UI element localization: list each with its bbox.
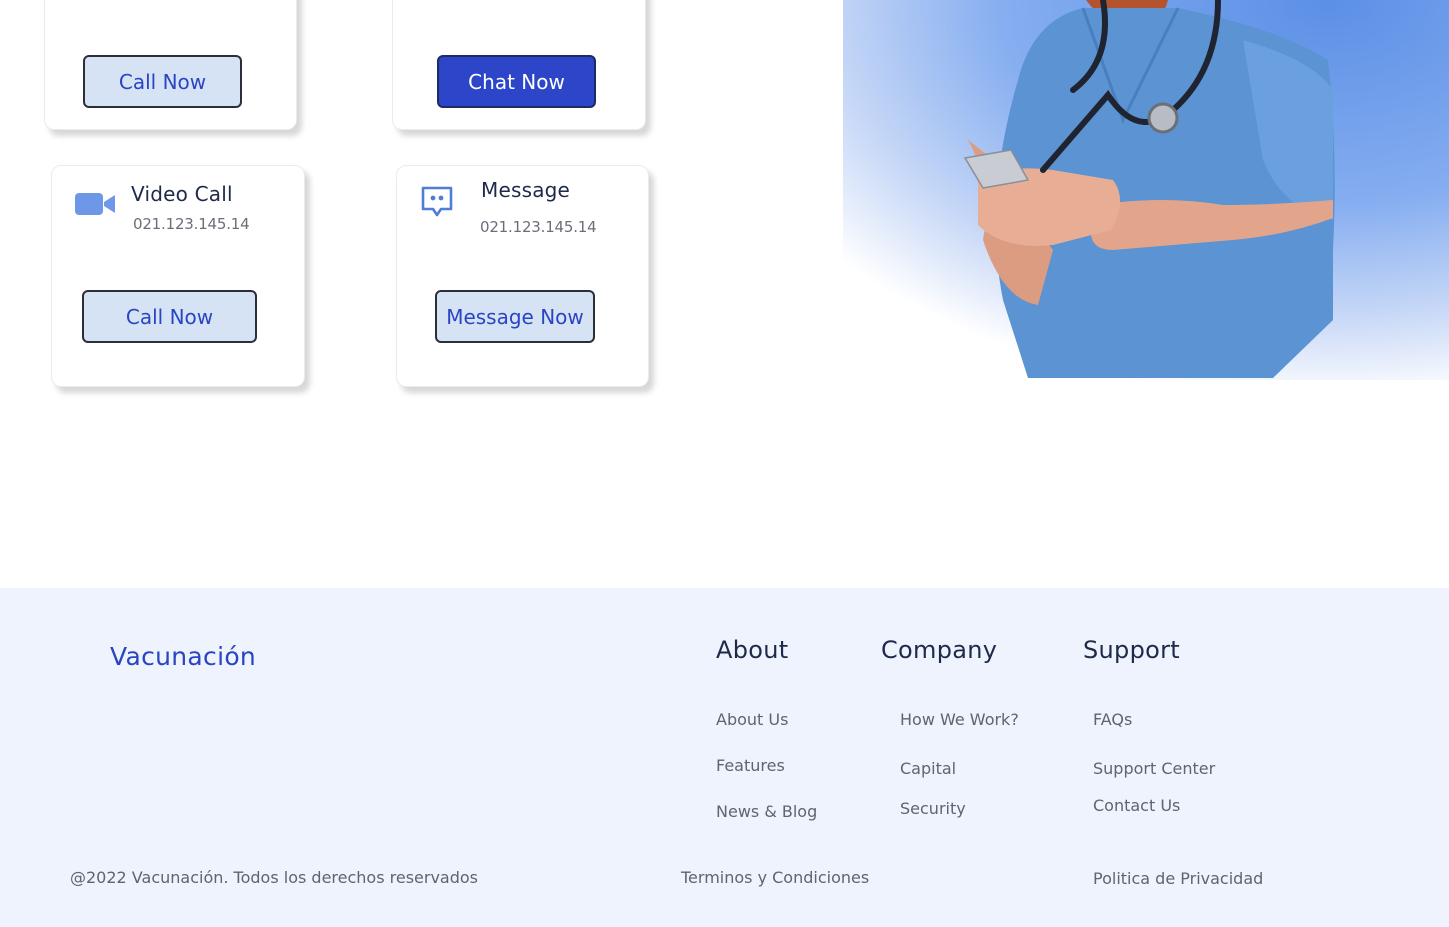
footer-link-security[interactable]: Security — [900, 799, 966, 818]
video-call-number: 021.123.145.14 — [133, 215, 250, 233]
footer-link-about-us[interactable]: About Us — [716, 710, 788, 729]
call-now-button[interactable]: Call Now — [83, 55, 242, 108]
video-call-title: Video Call — [131, 182, 233, 206]
privacy-link[interactable]: Politica de Privacidad — [1093, 869, 1263, 888]
footer-link-how-we-work[interactable]: How We Work? — [900, 710, 1019, 729]
message-number: 021.123.145.14 — [480, 218, 597, 236]
doctor-illustration — [963, 0, 1335, 378]
footer-brand[interactable]: Vacunación — [110, 642, 256, 671]
message-card: Message 021.123.145.14 Message Now — [396, 165, 649, 387]
footer-link-faqs[interactable]: FAQs — [1093, 710, 1132, 729]
call-card: Call Now — [44, 0, 297, 130]
footer-link-features[interactable]: Features — [716, 756, 785, 775]
page: Call Now Chat Now Video Call 021.123.145… — [0, 0, 1449, 927]
doctor-image — [843, 0, 1449, 380]
footer-heading-about: About — [716, 636, 789, 664]
terms-link[interactable]: Terminos y Condiciones — [681, 868, 869, 887]
video-camera-icon — [75, 191, 117, 217]
footer-link-contact-us[interactable]: Contact Us — [1093, 796, 1180, 815]
footer-heading-company: Company — [881, 636, 998, 664]
message-now-button[interactable]: Message Now — [435, 290, 595, 343]
video-call-now-button[interactable]: Call Now — [82, 290, 257, 343]
footer-link-support-center[interactable]: Support Center — [1093, 759, 1215, 778]
message-title: Message — [481, 178, 571, 202]
video-call-card: Video Call 021.123.145.14 Call Now — [51, 165, 305, 387]
chat-now-button[interactable]: Chat Now — [437, 55, 596, 108]
chat-card: Chat Now — [392, 0, 646, 130]
footer-link-capital[interactable]: Capital — [900, 759, 956, 778]
footer-link-news-blog[interactable]: News & Blog — [716, 802, 817, 821]
chat-bubble-icon — [420, 185, 454, 219]
copyright-text: @2022 Vacunación. Todos los derechos res… — [70, 868, 479, 887]
footer: Vacunación About About Us Features News … — [0, 588, 1449, 927]
footer-heading-support: Support — [1083, 636, 1180, 664]
